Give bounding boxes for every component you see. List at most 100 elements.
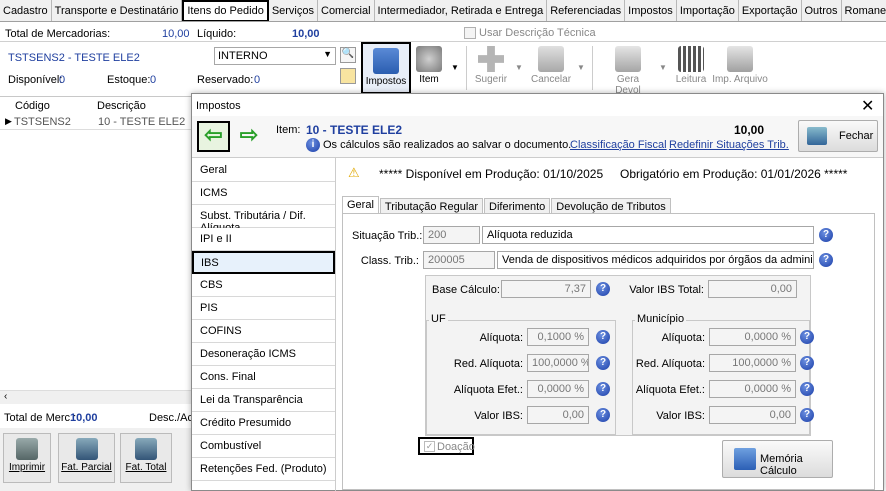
gera-devol-dropdown-icon[interactable]: ▼ (659, 63, 667, 72)
cash-register-icon (75, 438, 98, 460)
gera-devol-button[interactable]: Gera Devol (603, 46, 653, 96)
divider (0, 41, 886, 42)
doacao-checkbox-group[interactable]: ✓ Doação (418, 437, 475, 455)
sugerir-button[interactable]: Sugerir (473, 46, 509, 92)
sidebar-item-6[interactable]: PIS (192, 297, 335, 320)
sidebar-item-3[interactable]: IPI e II (192, 228, 335, 251)
help-icon[interactable]: ? (819, 228, 833, 242)
mun-valor-field[interactable]: 0,00 (709, 406, 796, 424)
mun-aliquota-field[interactable]: 0,0000 % (709, 328, 796, 346)
inner-tab-0[interactable]: Geral (342, 196, 379, 213)
top-tab-4[interactable]: Comercial (318, 0, 375, 21)
search-icon[interactable]: 🔍 (340, 47, 356, 63)
total-merc-value: 10,00 (70, 412, 98, 424)
impostos-label: Impostos (365, 76, 407, 87)
help-icon[interactable]: ? (800, 356, 814, 370)
inner-tab-2[interactable]: Diferimento (484, 198, 551, 213)
close-icon[interactable]: ✕ (861, 96, 874, 116)
memoria-calculo-button[interactable]: Memória Cálculo (722, 440, 833, 478)
top-tab-2[interactable]: Itens do Pedido (182, 0, 269, 21)
chevron-left-icon[interactable]: ‹ (4, 391, 7, 402)
sidebar-item-5[interactable]: CBS (192, 274, 335, 297)
top-tab-0[interactable]: Cadastro (0, 0, 52, 21)
usar-descricao-checkbox[interactable] (464, 27, 476, 39)
help-icon[interactable]: ? (800, 330, 814, 344)
top-tab-6[interactable]: Referenciadas (547, 0, 626, 21)
doacao-label: Doação (437, 441, 475, 453)
uf-valor-field[interactable]: 0,00 (527, 406, 589, 424)
grid-col-codigo: Código (15, 100, 50, 112)
top-tab-11[interactable]: Romaneio (842, 0, 886, 21)
product-title: TSTSENS2 - TESTE ELE2 (8, 52, 140, 64)
classificacao-fiscal-link[interactable]: Classificação Fiscal (570, 139, 667, 151)
imprimir-button[interactable]: Imprimir (3, 433, 51, 483)
next-arrow-icon[interactable]: ⇨ (234, 123, 264, 151)
help-icon[interactable]: ? (596, 382, 610, 396)
inner-tab-3[interactable]: Devolução de Tributos (551, 198, 671, 213)
sidebar-item-1[interactable]: ICMS (192, 182, 335, 205)
top-tab-3[interactable]: Serviços (269, 0, 318, 21)
municipio-title: Município (635, 313, 687, 325)
top-tab-7[interactable]: Impostos (625, 0, 677, 21)
uf-aliquota-field[interactable]: 0,1000 % (527, 328, 589, 346)
table-row[interactable]: ▶ TSTSENS2 10 - TESTE ELE2 (0, 114, 193, 130)
mun-red-field[interactable]: 100,0000 % (709, 354, 796, 372)
sugerir-dropdown-icon[interactable]: ▼ (515, 63, 523, 72)
help-icon[interactable]: ? (596, 330, 610, 344)
info-text: Os cálculos são realizados ao salvar o d… (323, 139, 572, 151)
sidebar-item-8[interactable]: Desoneração ICMS (192, 343, 335, 366)
redefinir-situacoes-link[interactable]: Redefinir Situações Trib. (669, 139, 789, 151)
top-tab-8[interactable]: Importação (677, 0, 739, 21)
base-calculo-field[interactable]: 7,37 (501, 280, 591, 298)
horizontal-scrollbar[interactable]: ‹ (0, 390, 193, 404)
sidebar-item-10[interactable]: Lei da Transparência (192, 389, 335, 412)
top-tab-1[interactable]: Transporte e Destinatário (52, 0, 183, 21)
fat-parcial-button[interactable]: Fat. Parcial (58, 433, 115, 483)
valor-ibs-total-field[interactable]: 0,00 (708, 280, 797, 298)
qr-code-icon (678, 46, 704, 72)
help-icon[interactable]: ? (800, 408, 814, 422)
sidebar-item-13[interactable]: Retenções Fed. (Produto) (192, 458, 335, 481)
item-dropdown-icon[interactable]: ▼ (451, 63, 459, 72)
disponivel-value: 0 (59, 74, 66, 86)
top-tab-10[interactable]: Outros (802, 0, 842, 21)
leitura-button[interactable]: Leitura (674, 46, 708, 92)
situacao-desc-field[interactable]: Alíquota reduzida (482, 226, 814, 244)
sidebar-item-2[interactable]: Subst. Tributária / Dif. Alíquota (192, 205, 335, 234)
sidebar-item-9[interactable]: Cons. Final (192, 366, 335, 389)
cancelar-dropdown-icon[interactable]: ▼ (577, 63, 585, 72)
sidebar-item-7[interactable]: COFINS (192, 320, 335, 343)
folder-icon[interactable] (340, 68, 356, 84)
impostos-button[interactable]: Impostos (361, 42, 411, 94)
help-icon[interactable]: ? (819, 253, 833, 267)
fat-total-button[interactable]: Fat. Total (120, 433, 172, 483)
top-tab-9[interactable]: Exportação (739, 0, 802, 21)
sidebar-item-11[interactable]: Crédito Presumido (192, 412, 335, 435)
checkbox-check-icon[interactable]: ✓ (424, 441, 435, 452)
imp-arquivo-button[interactable]: Imp. Arquivo (711, 46, 769, 92)
dialog-title: Impostos (196, 100, 241, 112)
grid-cell-descricao: 10 - TESTE ELE2 (98, 116, 186, 128)
deposit-select[interactable]: INTERNO ▼ (214, 47, 336, 65)
help-icon[interactable]: ? (596, 356, 610, 370)
item-button[interactable]: Item (414, 46, 444, 92)
uf-red-field[interactable]: 100,0000 % (527, 354, 589, 372)
uf-efet-field[interactable]: 0,0000 % (527, 380, 589, 398)
top-tab-5[interactable]: Intermediador, Retirada e Entrega (375, 0, 548, 21)
situacao-code-field[interactable]: 200 (423, 226, 480, 244)
help-icon[interactable]: ? (596, 408, 610, 422)
help-icon[interactable]: ? (596, 282, 610, 296)
help-icon[interactable]: ? (800, 382, 814, 396)
previous-arrow-icon[interactable]: ⇦ (197, 121, 230, 152)
sidebar-item-0[interactable]: Geral (192, 159, 335, 182)
sidebar-item-4[interactable]: IBS (192, 251, 335, 274)
grid-cell-codigo: TSTSENS2 (14, 116, 71, 128)
class-code-field[interactable]: 200005 (423, 251, 495, 269)
mun-efet-field[interactable]: 0,0000 % (709, 380, 796, 398)
cancelar-button[interactable]: Cancelar (531, 46, 571, 92)
inner-tab-1[interactable]: Tributação Regular (379, 198, 484, 213)
sidebar-item-12[interactable]: Combustível (192, 435, 335, 458)
class-desc-field[interactable]: Venda de dispositivos médicos adquiridos… (497, 251, 814, 269)
fechar-button[interactable]: Fechar (798, 120, 878, 152)
info-icon: i (306, 138, 320, 152)
